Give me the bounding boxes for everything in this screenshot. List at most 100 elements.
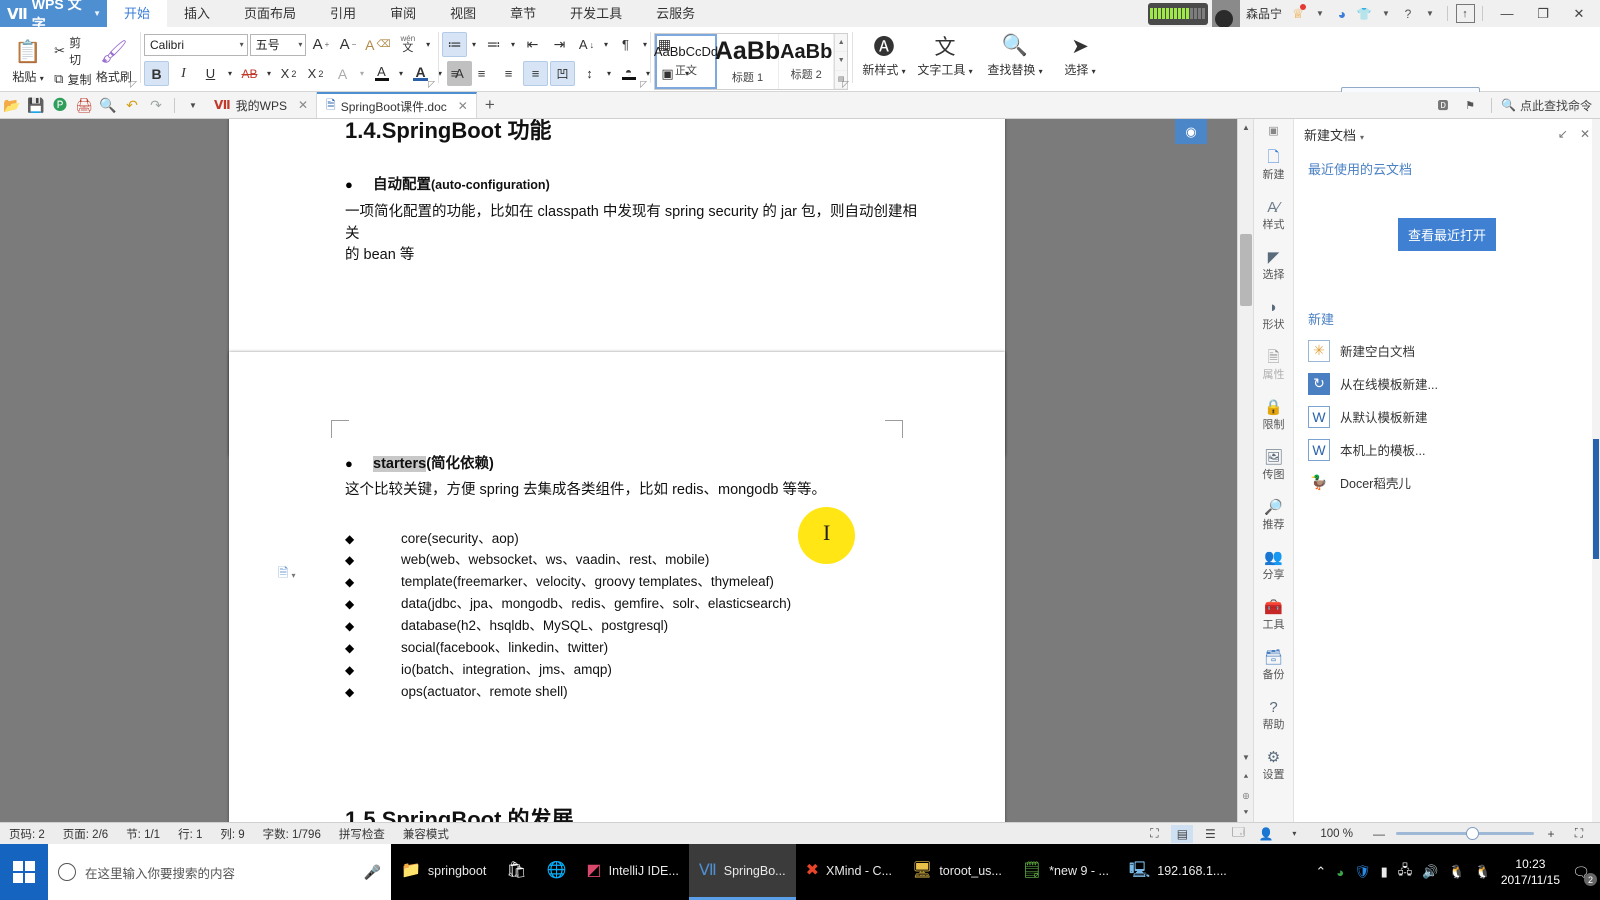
- justify-button[interactable]: ≡: [523, 61, 548, 86]
- close-pane-icon[interactable]: ✕: [1580, 127, 1590, 141]
- page-layout-icon[interactable]: ▤: [1171, 824, 1194, 843]
- distribute-button[interactable]: 凹: [550, 61, 575, 86]
- save-as-pdf-icon[interactable]: 🅟: [48, 93, 72, 117]
- rail-item-styles[interactable]: A⁄ 样式: [1254, 191, 1294, 241]
- ribbon-tab-dev-tools[interactable]: 开发工具: [553, 0, 639, 27]
- skin-icon[interactable]: 👕: [1354, 0, 1374, 27]
- globe-icon[interactable]: ◕: [1332, 0, 1352, 27]
- text-tool-button[interactable]: 文 文字工具 ▾: [912, 29, 978, 87]
- taskbar-search-box[interactable]: 在这里输入你要搜索的内容 🎤: [48, 844, 391, 900]
- browser-tray-icon[interactable]: ◕: [1336, 865, 1344, 880]
- rail-item-shape[interactable]: ◗ 形状: [1254, 291, 1294, 341]
- taskbar-app-browser[interactable]: 🌐: [537, 844, 577, 900]
- user-name[interactable]: 森品宁: [1242, 5, 1286, 22]
- chevron-down-icon[interactable]: ▾: [1360, 133, 1364, 142]
- document-page-2[interactable]: ● starters(简化依赖) 这个比较关键，方便 spring 去集成各类组…: [229, 352, 1005, 822]
- clipboard-dialog-launcher[interactable]: ◸: [130, 79, 137, 90]
- chevron-down-icon[interactable]: ▾: [422, 32, 434, 57]
- superscript-button[interactable]: X2: [276, 61, 301, 86]
- scroll-up-icon[interactable]: ▲: [1238, 119, 1254, 135]
- zoom-in-button[interactable]: +: [1540, 825, 1562, 843]
- undo-icon[interactable]: ↶: [120, 93, 144, 117]
- taskbar-app-terminal[interactable]: 🖥 toroot_us...: [902, 844, 1012, 900]
- security-shield-icon[interactable]: 🛡: [1354, 864, 1371, 880]
- doc-tab-my-wps[interactable]: Ⅶ 我的WPS ✕: [205, 92, 318, 118]
- show-hidden-icons-icon[interactable]: ⌃: [1315, 864, 1326, 880]
- font-family-select[interactable]: Calibri ▾: [144, 33, 248, 56]
- task-pane-scrollbar[interactable]: [1592, 119, 1600, 822]
- list-item-docer[interactable]: 🦆 Docer稻壳儿: [1308, 466, 1600, 499]
- decrease-indent-button[interactable]: ⇤: [520, 32, 545, 57]
- scroll-down-icon[interactable]: ▼: [1238, 749, 1254, 765]
- taskbar-app-wps[interactable]: Ⅶ SpringBo...: [688, 844, 796, 900]
- chevron-down-icon[interactable]: ▾: [604, 61, 614, 86]
- previous-page-icon[interactable]: ⯅: [1238, 769, 1254, 785]
- ribbon-tab-start[interactable]: 开始: [107, 0, 168, 27]
- taskbar-app-store[interactable]: 🛍: [496, 844, 536, 900]
- chevron-down-icon[interactable]: ▾: [396, 61, 406, 86]
- avatar[interactable]: [1211, 0, 1240, 27]
- sort-button[interactable]: A ↓: [574, 32, 599, 57]
- open-folder-icon[interactable]: 📂: [0, 93, 24, 117]
- rail-item-select[interactable]: ◤ 选择: [1254, 241, 1294, 291]
- paste-button[interactable]: 📋 粘贴 ▾: [4, 36, 52, 85]
- scroll-down-icon[interactable]: ▼: [835, 52, 847, 71]
- clear-format-button[interactable]: A ⌫: [362, 32, 393, 57]
- taskbar-app-springboot-folder[interactable]: 📁 springboot: [391, 844, 496, 900]
- strikethrough-button[interactable]: AB: [237, 61, 262, 86]
- notification-center-button[interactable]: 🗨 2: [1570, 861, 1597, 886]
- rail-item-restrict[interactable]: 🔒 限制: [1254, 391, 1294, 441]
- font-size-select[interactable]: 五号 ▾: [249, 33, 307, 56]
- microphone-icon[interactable]: 🎤: [364, 864, 381, 881]
- text-effect-button[interactable]: A: [330, 61, 355, 86]
- vip-crown-icon[interactable]: ♕: [1288, 0, 1308, 27]
- clock[interactable]: 10:23 2017/11/15: [1501, 856, 1560, 888]
- ribbon-tab-review[interactable]: 审阅: [373, 0, 433, 27]
- taskbar-app-xmind[interactable]: ✖ XMind - C...: [796, 844, 902, 900]
- chevron-down-icon[interactable]: ▼: [1420, 0, 1440, 27]
- status-words[interactable]: 字数: 1/796: [254, 826, 330, 842]
- full-screen-icon[interactable]: ⛶: [1143, 825, 1165, 843]
- flag-icon[interactable]: ⚑: [1458, 93, 1482, 117]
- highlight-color-button[interactable]: A: [369, 61, 394, 86]
- document-canvas[interactable]: 1.4.SpringBoot 功能 ● 自动配置(auto-configurat…: [0, 119, 1253, 822]
- qq-secondary-icon[interactable]: 🐧: [1475, 864, 1491, 880]
- new-style-button[interactable]: 🅐 新样式 ▾: [856, 29, 912, 87]
- web-layout-icon[interactable]: 🗔: [1227, 825, 1249, 843]
- rail-item-share[interactable]: 👥 分享: [1254, 541, 1294, 591]
- font-dialog-launcher[interactable]: ◸: [428, 79, 435, 90]
- cut-button[interactable]: ✂ 剪切: [54, 34, 92, 68]
- chevron-down-icon[interactable]: ▾: [469, 32, 479, 57]
- view-recent-button[interactable]: 查看最近打开: [1398, 218, 1496, 251]
- rail-item-upload-image[interactable]: 🖼 传图: [1254, 441, 1294, 491]
- align-center-button[interactable]: ≡: [469, 61, 494, 86]
- rail-item-toolbox[interactable]: 🧰 工具: [1254, 591, 1294, 641]
- zoom-slider[interactable]: [1396, 827, 1534, 840]
- print-icon[interactable]: 🖨: [72, 93, 96, 117]
- doc-tab-springboot[interactable]: 🗎 SpringBoot课件.doc ✕: [317, 92, 477, 118]
- grow-font-button[interactable]: A +: [308, 32, 333, 57]
- italic-button[interactable]: I: [171, 61, 196, 86]
- ribbon-tab-view[interactable]: 视图: [433, 0, 493, 27]
- close-button[interactable]: ✕: [1562, 0, 1596, 27]
- battery-icon[interactable]: ▮: [1381, 864, 1388, 880]
- redo-icon[interactable]: ↷: [144, 93, 168, 117]
- rail-item-recommend[interactable]: 🔎 推荐: [1254, 491, 1294, 541]
- increase-indent-button[interactable]: ⇥: [547, 32, 572, 57]
- select-browse-object-icon[interactable]: ◎: [1238, 787, 1254, 803]
- pinyin-guide-button[interactable]: wén 文: [395, 32, 420, 57]
- select-button[interactable]: ➤ 选择 ▾: [1052, 29, 1108, 87]
- rail-item-help[interactable]: ? 帮助: [1254, 691, 1294, 741]
- ribbon-tab-references[interactable]: 引用: [313, 0, 373, 27]
- locate-widget[interactable]: ◉: [1175, 119, 1207, 144]
- chevron-down-icon[interactable]: ▾: [264, 61, 274, 86]
- list-item-new-blank-doc[interactable]: ✳ 新建空白文档: [1308, 334, 1600, 367]
- outline-icon[interactable]: ☰: [1199, 825, 1221, 843]
- chevron-down-icon[interactable]: ▼: [93, 9, 101, 18]
- chevron-down-icon[interactable]: ▾: [640, 32, 650, 57]
- line-spacing-button[interactable]: ↕: [577, 61, 602, 86]
- paragraph-dialog-launcher[interactable]: ◸: [640, 79, 647, 90]
- save-icon[interactable]: 💾: [24, 93, 48, 117]
- close-icon[interactable]: ✕: [458, 99, 468, 113]
- qq-icon[interactable]: 🐧: [1448, 864, 1464, 880]
